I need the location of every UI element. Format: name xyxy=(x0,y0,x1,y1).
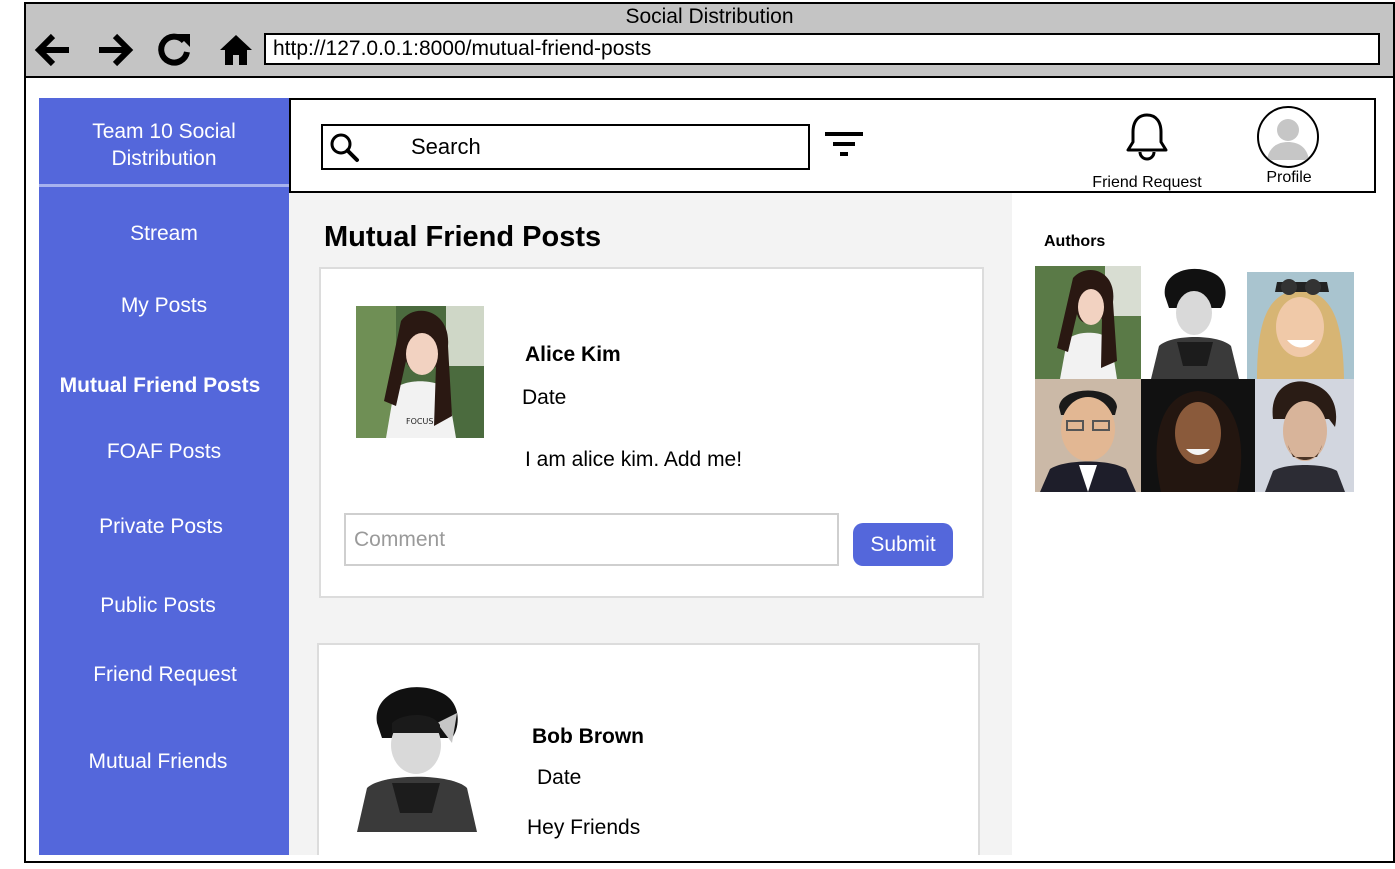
filter-icon[interactable] xyxy=(825,130,865,160)
browser-window: Social Distribution http://127.0.0.1:800… xyxy=(24,2,1395,863)
author-avatar: FOCUS xyxy=(356,306,484,438)
search-input[interactable]: Search xyxy=(321,124,810,170)
authors-panel: Authors xyxy=(1012,193,1376,855)
sidebar-item-mutual-friends[interactable]: Mutual Friends xyxy=(33,750,283,774)
post-date: Date xyxy=(522,386,567,409)
sidebar-item-mutual-friend-posts[interactable]: Mutual Friend Posts xyxy=(35,374,285,398)
post-date: Date xyxy=(537,766,582,789)
profile-button[interactable]: Profile xyxy=(1253,104,1325,188)
sidebar-item-private-posts[interactable]: Private Posts xyxy=(36,515,286,539)
main-content: Mutual Friend Posts FOCUS Alice Kim Date… xyxy=(289,193,1012,855)
window-title: Social Distribution xyxy=(625,5,794,28)
friend-request-button[interactable]: Friend Request xyxy=(1087,112,1207,191)
sidebar-item-stream[interactable]: Stream xyxy=(39,222,289,246)
authors-title: Authors xyxy=(1044,233,1106,250)
sidebar: Team 10 Social Distribution Stream My Po… xyxy=(39,98,289,855)
browser-titlebar: Social Distribution http://127.0.0.1:800… xyxy=(26,4,1393,78)
sidebar-item-public-posts[interactable]: Public Posts xyxy=(33,594,283,618)
sidebar-item-foaf-posts[interactable]: FOAF Posts xyxy=(39,440,289,464)
post-text: I am alice kim. Add me! xyxy=(525,448,743,471)
back-arrow-icon[interactable] xyxy=(32,30,72,70)
comment-input[interactable] xyxy=(344,513,839,566)
post-card: Bob Brown Date Hey Friends xyxy=(317,643,980,855)
post-author: Bob Brown xyxy=(532,725,644,748)
home-icon[interactable] xyxy=(216,30,256,70)
author-thumbnail[interactable] xyxy=(1035,379,1141,492)
sidebar-item-my-posts[interactable]: My Posts xyxy=(39,294,289,318)
profile-label: Profile xyxy=(1266,169,1312,186)
brand-divider xyxy=(39,184,289,187)
author-thumbnail[interactable] xyxy=(1247,272,1354,379)
post-card: FOCUS Alice Kim Date I am alice kim. Add… xyxy=(319,267,984,598)
profile-avatar-icon xyxy=(1257,106,1319,168)
url-bar[interactable]: http://127.0.0.1:8000/mutual-friend-post… xyxy=(264,33,1380,65)
author-thumbnail[interactable] xyxy=(1141,379,1255,492)
author-thumbnail[interactable] xyxy=(1255,379,1354,492)
top-bar: Search Friend Request Profile xyxy=(289,98,1376,193)
bell-icon xyxy=(1125,112,1169,169)
search-icon xyxy=(329,132,361,169)
svg-text:FOCUS: FOCUS xyxy=(406,417,433,426)
author-thumbnail[interactable] xyxy=(1141,266,1247,379)
friend-request-label: Friend Request xyxy=(1092,174,1202,191)
page-title: Mutual Friend Posts xyxy=(324,221,602,253)
author-thumbnail[interactable] xyxy=(1035,266,1141,379)
forward-arrow-icon[interactable] xyxy=(96,30,136,70)
reload-icon[interactable] xyxy=(154,30,194,70)
search-placeholder: Search xyxy=(411,134,481,159)
sidebar-item-friend-request[interactable]: Friend Request xyxy=(40,663,290,687)
submit-button[interactable]: Submit xyxy=(853,523,953,566)
author-avatar xyxy=(342,683,490,832)
post-author: Alice Kim xyxy=(525,343,621,366)
brand-title: Team 10 Social Distribution xyxy=(92,120,236,170)
post-text: Hey Friends xyxy=(527,816,641,839)
